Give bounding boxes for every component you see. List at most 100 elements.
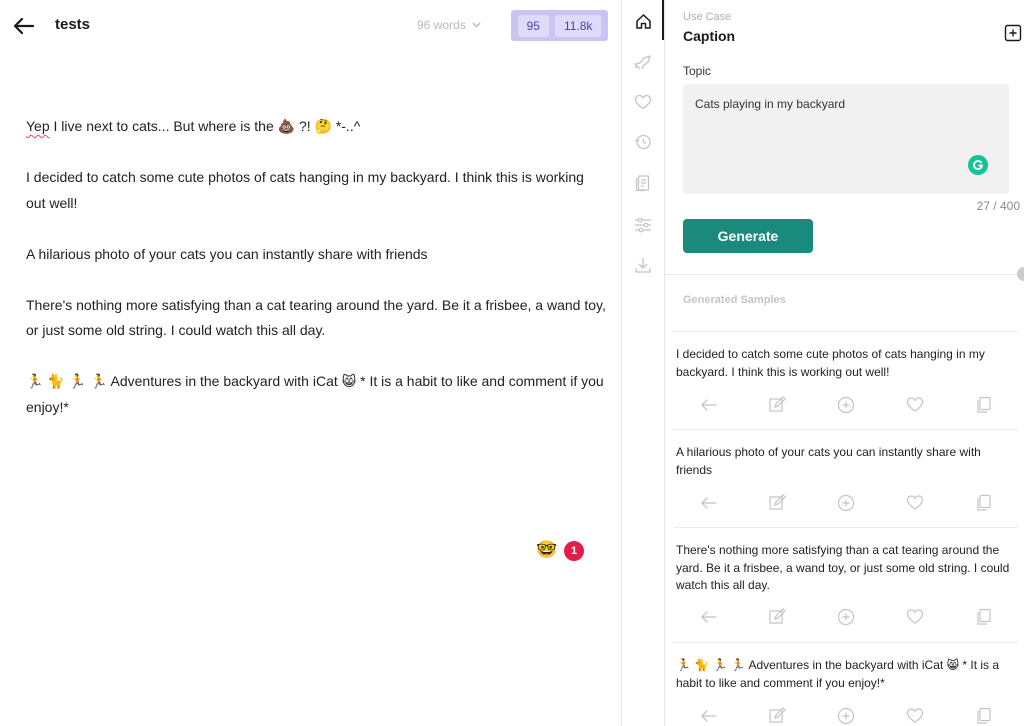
topic-input[interactable] xyxy=(683,84,1009,194)
home-icon xyxy=(635,13,651,29)
arrow-left-icon xyxy=(14,18,34,34)
edit-icon xyxy=(769,707,787,723)
sample-text[interactable]: A hilarious photo of your cats you can i… xyxy=(674,430,1018,479)
sample-card: A hilarious photo of your cats you can i… xyxy=(674,429,1018,517)
word-count-label: 96 words xyxy=(417,18,466,32)
download-icon xyxy=(635,258,651,273)
section-divider xyxy=(665,274,1024,275)
add-circle-icon xyxy=(837,396,855,414)
copy-button[interactable] xyxy=(973,492,995,514)
paragraph: There's nothing more satisfying than a c… xyxy=(26,296,606,339)
sample-card: There's nothing more satisfying than a c… xyxy=(674,527,1018,631)
rail-history[interactable] xyxy=(622,127,664,157)
paragraph: 🏃 🐈 🏃 🏃 Adventures in the backyard with … xyxy=(26,373,604,415)
sample-actions xyxy=(674,492,1018,514)
sample-text[interactable]: I decided to catch some cute photos of c… xyxy=(674,332,1018,381)
add-button[interactable] xyxy=(835,705,857,726)
insert-button[interactable] xyxy=(697,492,719,514)
copy-button[interactable] xyxy=(973,394,995,416)
rail-favorites[interactable] xyxy=(622,87,664,117)
paragraph: A hilarious photo of your cats you can i… xyxy=(26,245,428,262)
sample-actions xyxy=(674,606,1018,628)
heart-icon xyxy=(906,495,923,510)
insert-arrow-icon xyxy=(701,497,718,509)
misspelled-word[interactable]: Yep xyxy=(26,118,50,134)
insert-arrow-icon xyxy=(701,710,718,722)
insert-button[interactable] xyxy=(697,606,719,628)
generated-samples-label: Generated Samples xyxy=(683,294,786,306)
sliders-icon xyxy=(635,217,651,233)
copy-button[interactable] xyxy=(973,705,995,726)
insert-button[interactable] xyxy=(697,705,719,726)
rail-documents[interactable] xyxy=(622,168,664,198)
add-button[interactable] xyxy=(835,394,857,416)
insert-arrow-icon xyxy=(701,399,718,411)
paragraph-text: I live next to cats... But where is the … xyxy=(49,118,361,134)
edit-icon xyxy=(769,608,787,624)
heart-icon xyxy=(906,708,923,723)
copy-icon xyxy=(976,707,991,724)
add-circle-icon xyxy=(837,494,855,512)
rocket-icon xyxy=(634,55,651,69)
grammarly-icon[interactable] xyxy=(968,155,988,175)
sample-text[interactable]: There's nothing more satisfying than a c… xyxy=(674,528,1018,595)
score-chip[interactable]: 95 xyxy=(517,14,549,37)
favorite-button[interactable] xyxy=(904,394,926,416)
generator-panel: Use Case Caption Topic 27 / 400 Generate… xyxy=(664,0,1024,726)
favorite-button[interactable] xyxy=(904,606,926,628)
sample-text[interactable]: 🏃 🐈 🏃 🏃 Adventures in the backyard with … xyxy=(674,643,1018,692)
document-body[interactable]: Yep I live next to cats... But where is … xyxy=(26,114,606,446)
new-document-button[interactable] xyxy=(1004,24,1022,42)
favorite-button[interactable] xyxy=(904,492,926,514)
sample-card: 🏃 🐈 🏃 🏃 Adventures in the backyard with … xyxy=(674,642,1018,726)
rail-download[interactable] xyxy=(622,250,664,280)
sample-card: I decided to catch some cute photos of c… xyxy=(674,331,1018,419)
edit-icon xyxy=(769,494,787,510)
add-circle-icon xyxy=(837,707,855,725)
score-panel: 95 11.8k xyxy=(511,10,608,41)
generate-button[interactable]: Generate xyxy=(683,219,813,253)
sample-actions xyxy=(674,394,1018,416)
insert-arrow-icon xyxy=(701,611,718,623)
heart-icon xyxy=(906,609,923,624)
copy-button[interactable] xyxy=(973,606,995,628)
edit-button[interactable] xyxy=(766,705,788,726)
plus-square-icon xyxy=(1004,24,1022,42)
copy-icon xyxy=(976,396,991,413)
edit-button[interactable] xyxy=(766,606,788,628)
collapse-handle[interactable] xyxy=(1017,267,1024,281)
editor-pane: tests 96 words 95 11.8k Yep I live next … xyxy=(0,0,622,726)
add-button[interactable] xyxy=(835,492,857,514)
insert-button[interactable] xyxy=(697,394,719,416)
character-count-chip[interactable]: 11.8k xyxy=(554,14,602,37)
add-button[interactable] xyxy=(835,606,857,628)
edit-button[interactable] xyxy=(766,492,788,514)
document-icon xyxy=(635,175,650,192)
paragraph: I decided to catch some cute photos of c… xyxy=(26,169,584,211)
word-count-dropdown[interactable]: 96 words xyxy=(417,18,481,32)
sample-actions xyxy=(674,705,1018,726)
rail-settings[interactable] xyxy=(622,210,664,240)
edit-button[interactable] xyxy=(766,394,788,416)
paragraph: Yep I live next to cats... But where is … xyxy=(26,114,606,140)
document-title[interactable]: tests xyxy=(55,16,90,33)
favorite-button[interactable] xyxy=(904,705,926,726)
use-case-selector[interactable]: Caption xyxy=(683,28,735,44)
rail-rocket[interactable] xyxy=(622,46,664,76)
heart-icon xyxy=(634,94,652,110)
icon-rail xyxy=(622,0,664,726)
edit-icon xyxy=(769,396,787,412)
topic-char-count: 27 / 400 xyxy=(976,199,1020,213)
chevron-down-icon xyxy=(472,22,481,28)
back-button[interactable] xyxy=(12,14,36,38)
topic-label: Topic xyxy=(683,64,712,78)
rail-home[interactable] xyxy=(622,6,664,36)
grammarly-g-icon xyxy=(973,160,984,170)
use-case-label: Use Case xyxy=(683,11,732,23)
emoji-assistant-icon[interactable]: 🤓 xyxy=(536,540,557,560)
copy-icon xyxy=(976,608,991,625)
copy-icon xyxy=(976,494,991,511)
add-circle-icon xyxy=(837,608,855,626)
alert-count-badge[interactable]: 1 xyxy=(564,541,584,561)
history-icon xyxy=(634,134,651,150)
